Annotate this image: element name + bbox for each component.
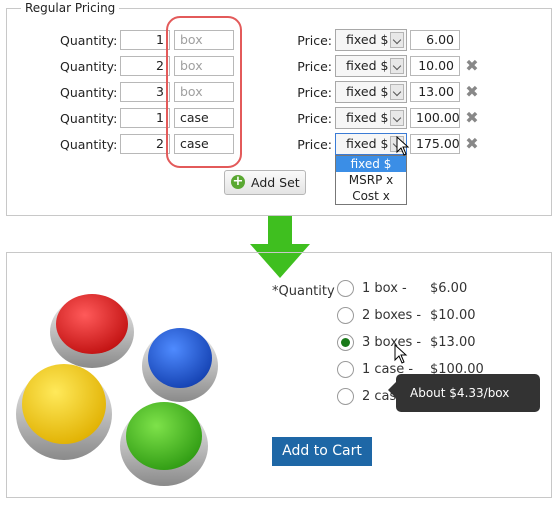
delete-row-x-icon[interactable]: ✖ (464, 136, 480, 152)
quantity-field[interactable]: 2 (120, 56, 170, 76)
price-label: Price: (297, 137, 332, 152)
quantity-radio[interactable] (337, 388, 354, 405)
quantity-option-label[interactable]: 1 box - (362, 281, 407, 296)
down-arrow-icon (268, 216, 292, 246)
price-per-unit-tooltip: About $4.33/box (388, 374, 540, 412)
price-type-value: fixed $ (346, 110, 389, 125)
price-label: Price: (297, 59, 332, 74)
price-type-select[interactable]: fixed $ (335, 81, 407, 103)
quantity-option-price: $6.00 (430, 281, 468, 296)
dropdown-option-msrp[interactable]: MSRP x (336, 172, 406, 188)
price-field[interactable]: 175.00 (410, 134, 460, 154)
quantity-radio[interactable] (337, 361, 354, 378)
quantity-field[interactable]: 2 (120, 134, 170, 154)
price-label: Price: (297, 33, 332, 48)
quantity-option-price: $13.00 (430, 335, 476, 350)
quantity-radio-checked[interactable] (337, 334, 354, 351)
price-type-value: fixed $ (346, 84, 389, 99)
quantity-label: Quantity: (60, 137, 118, 152)
chevron-down-icon (390, 32, 404, 48)
quantity-label: Quantity: (60, 59, 118, 74)
colored-buttons-image (16, 294, 218, 486)
price-type-value: fixed $ (346, 58, 389, 73)
quantity-radio[interactable] (337, 280, 354, 297)
add-to-cart-button[interactable]: Add to Cart (272, 437, 372, 466)
price-type-select[interactable]: fixed $ (335, 29, 407, 51)
quantity-field[interactable]: 3 (120, 82, 170, 102)
dropdown-option-fixed[interactable]: fixed $ (336, 156, 406, 172)
delete-row-x-icon[interactable]: ✖ (464, 58, 480, 74)
quantity-radio[interactable] (337, 307, 354, 324)
mouse-cursor-icon (394, 344, 408, 364)
price-label: Price: (297, 85, 332, 100)
mouse-cursor-icon (396, 136, 410, 156)
price-field[interactable]: 13.00 (410, 82, 460, 102)
price-type-select[interactable]: fixed $ (335, 107, 407, 129)
quantity-field[interactable]: 1 (120, 108, 170, 128)
chevron-down-icon (390, 84, 404, 100)
quantity-label: Quantity: (60, 33, 118, 48)
unit-fields-highlight (166, 16, 242, 168)
price-field[interactable]: 6.00 (410, 30, 460, 50)
price-type-value: fixed $ (346, 32, 389, 47)
price-type-value: fixed $ (346, 136, 389, 151)
price-field[interactable]: 10.00 (410, 56, 460, 76)
quantity-field[interactable]: 1 (120, 30, 170, 50)
add-set-button[interactable]: + Add Set (224, 170, 306, 195)
plus-icon: + (231, 174, 245, 189)
delete-row-x-icon[interactable]: ✖ (464, 84, 480, 100)
quantity-label: Quantity: (60, 85, 118, 100)
fieldset-legend: Regular Pricing (21, 1, 120, 15)
dropdown-option-cost[interactable]: Cost x (336, 188, 406, 204)
price-field[interactable]: 100.00 (410, 108, 460, 128)
delete-row-x-icon[interactable]: ✖ (464, 110, 480, 126)
quantity-option-label[interactable]: 3 boxes - (362, 335, 421, 350)
chevron-down-icon (390, 58, 404, 74)
quantity-label: *Quantity (272, 284, 335, 299)
price-label: Price: (297, 111, 332, 126)
quantity-label: Quantity: (60, 111, 118, 126)
add-set-label: Add Set (251, 175, 300, 190)
chevron-down-icon (390, 110, 404, 126)
price-type-select[interactable]: fixed $ (335, 55, 407, 77)
price-type-dropdown[interactable]: fixed $ MSRP x Cost x (335, 155, 407, 205)
quantity-option-price: $10.00 (430, 308, 476, 323)
quantity-option-label[interactable]: 2 boxes - (362, 308, 421, 323)
